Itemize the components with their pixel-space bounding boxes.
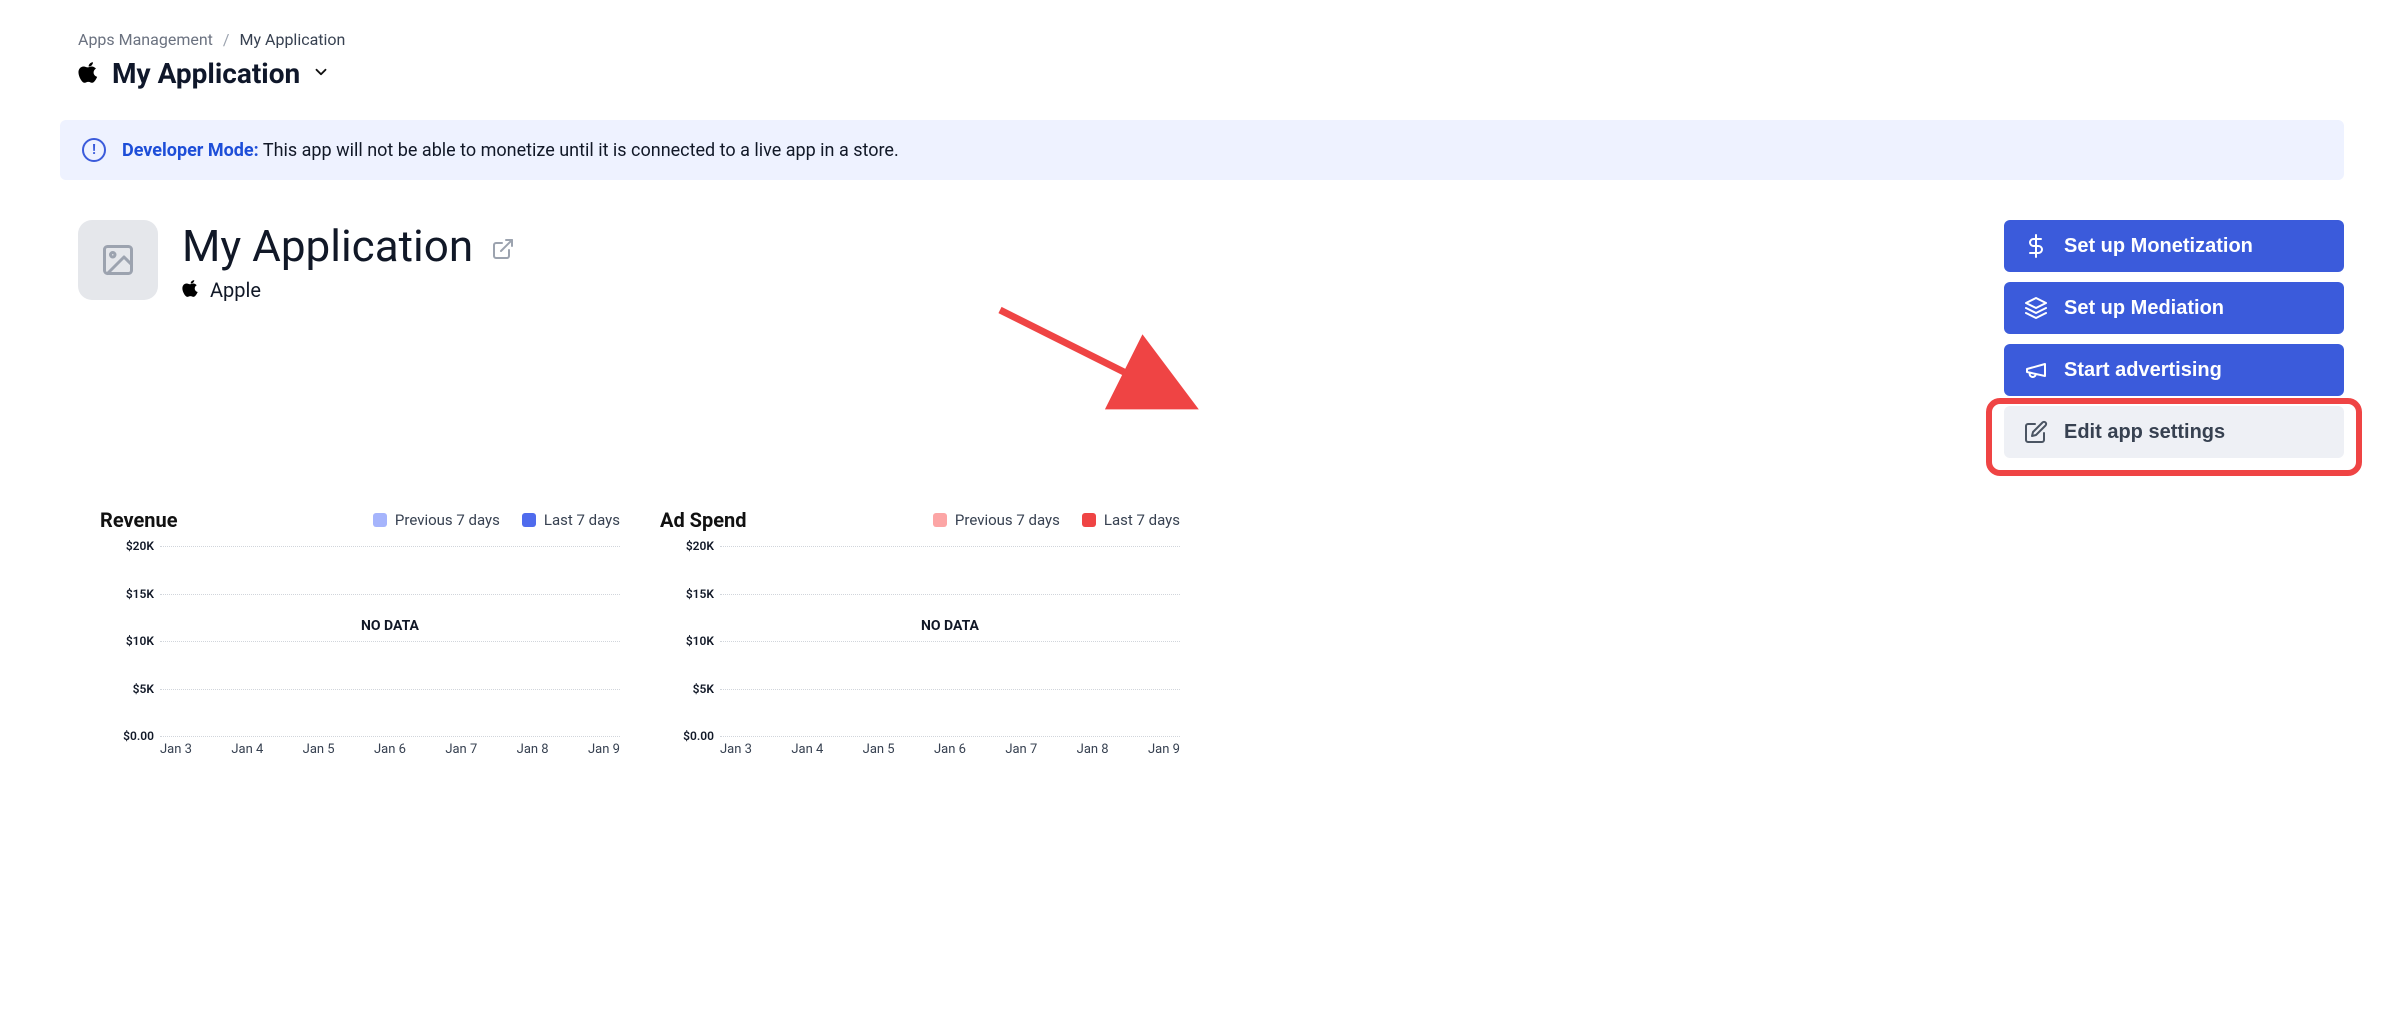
legend-last-7-days: Last 7 days [1082,511,1180,529]
app-name: My Application [182,220,473,272]
apple-icon [182,278,200,302]
banner-message: This app will not be able to monetize un… [263,140,899,161]
apple-icon [78,61,100,87]
breadcrumb-root[interactable]: Apps Management [78,30,213,49]
legend-previous-7-days: Previous 7 days [933,511,1060,529]
swatch-icon [933,513,947,527]
layers-icon [2024,296,2048,320]
edit-app-settings-label: Edit app settings [2064,421,2225,444]
breadcrumb-current: My Application [240,30,346,49]
swatch-icon [1082,513,1096,527]
app-header: My Application Apple [60,220,515,302]
breadcrumb: Apps Management / My Application [60,30,2344,49]
swatch-icon [373,513,387,527]
swatch-icon [522,513,536,527]
no-data-label: NO DATA [160,618,620,634]
edit-app-settings-button[interactable]: Edit app settings [2004,406,2344,458]
setup-monetization-label: Set up Monetization [2064,235,2253,258]
developer-mode-banner: ! Developer Mode: This app will not be a… [60,120,2344,180]
setup-mediation-button[interactable]: Set up Mediation [2004,282,2344,334]
info-icon: ! [82,138,106,162]
app-icon-placeholder [78,220,158,300]
legend-last-7-days: Last 7 days [522,511,620,529]
action-buttons: Set up Monetization Set up Mediation Sta… [2004,220,2344,458]
setup-monetization-button[interactable]: Set up Monetization [2004,220,2344,272]
revenue-chart-title: Revenue [100,508,178,532]
app-switcher-title: My Application [112,57,300,90]
banner-label: Developer Mode: [122,140,259,161]
app-switcher[interactable]: My Application [60,57,2344,90]
app-platform: Apple [210,278,261,302]
megaphone-icon [2024,358,2048,382]
start-advertising-button[interactable]: Start advertising [2004,344,2344,396]
dollar-icon [2024,234,2048,258]
adspend-chart: Ad Spend Previous 7 days Last 7 days $20… [660,508,1180,757]
annotation-arrow [990,300,1210,420]
external-link-icon[interactable] [491,220,515,272]
start-advertising-label: Start advertising [2064,359,2222,382]
revenue-chart-area: $20K $15K $10K $5K $0.00 NO DATA [100,546,620,736]
legend-previous-7-days: Previous 7 days [373,511,500,529]
no-data-label: NO DATA [720,618,1180,634]
adspend-chart-title: Ad Spend [660,508,747,532]
revenue-chart: Revenue Previous 7 days Last 7 days $20K… [100,508,620,757]
chevron-down-icon [312,63,330,85]
edit-icon [2024,420,2048,444]
setup-mediation-label: Set up Mediation [2064,297,2224,320]
adspend-chart-area: $20K $15K $10K $5K $0.00 NO DATA [660,546,1180,736]
breadcrumb-separator: / [223,30,230,49]
